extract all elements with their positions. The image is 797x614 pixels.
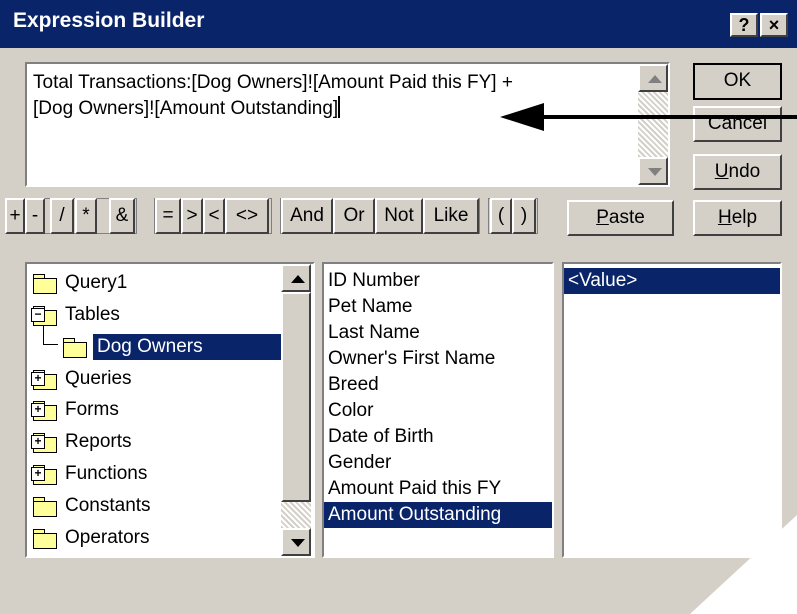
op-notequal-button[interactable]: <> <box>225 198 269 234</box>
expression-line-2: [Dog Owners]![Amount Outstanding] <box>33 98 339 119</box>
page-edge-shadow <box>690 515 797 614</box>
scroll-down-button[interactable] <box>638 157 668 185</box>
tree-scrollbar[interactable] <box>281 264 311 556</box>
field-item[interactable]: Breed <box>324 372 383 398</box>
text-caret <box>338 96 341 118</box>
field-item[interactable]: Gender <box>324 450 395 476</box>
tree-item-label: Reports <box>65 431 132 452</box>
folder-icon: + <box>31 401 57 421</box>
op-open-paren-button[interactable]: ( <box>490 198 512 234</box>
folder-icon: + <box>31 370 57 390</box>
tree-item-label: Dog Owners <box>93 334 281 360</box>
folder-icon <box>33 497 57 517</box>
field-item[interactable]: Last Name <box>324 320 424 346</box>
op-multiply-button[interactable]: * <box>75 198 97 234</box>
title-bar[interactable]: Expression Builder ? × <box>0 0 797 48</box>
tree-item[interactable]: − Tables <box>31 302 275 330</box>
tree-scroll-track[interactable] <box>281 502 311 528</box>
help-icon[interactable]: ? <box>730 13 758 37</box>
folder-icon <box>33 529 57 549</box>
field-item[interactable]: Color <box>324 398 377 424</box>
tree-item[interactable]: + Queries <box>31 366 275 394</box>
values-list[interactable]: <Value> <box>562 262 782 558</box>
field-item[interactable]: Pet Name <box>324 294 416 320</box>
tree-item-label: Query1 <box>65 272 128 293</box>
op-close-paren-button[interactable]: ) <box>512 198 536 234</box>
tree-scroll-down-button[interactable] <box>281 528 311 556</box>
op-like-button[interactable]: Like <box>423 198 479 234</box>
tree-item-label: Tables <box>65 304 120 325</box>
folder-icon <box>33 274 57 294</box>
tree-item-label: Forms <box>65 399 119 420</box>
object-tree-panel[interactable]: Query1 − Tables Dog Owners + Queries + Forms + Re… <box>25 262 315 558</box>
op-equals-button[interactable]: = <box>155 198 181 234</box>
folder-icon: + <box>31 465 57 485</box>
folder-icon: + <box>31 433 57 453</box>
tree-item-label: Functions <box>65 463 148 484</box>
scroll-up-button[interactable] <box>638 64 668 92</box>
ok-button[interactable]: OK <box>693 63 782 100</box>
chevron-down-icon <box>291 539 305 547</box>
annotation-arrow-icon <box>500 103 797 131</box>
tree-connector <box>43 326 58 345</box>
object-tree: Query1 − Tables Dog Owners + Queries + Forms + Re… <box>27 264 281 556</box>
expression-line-1: Total Transactions:[Dog Owners]![Amount … <box>33 72 513 93</box>
tree-item-label: Operators <box>65 527 150 548</box>
op-plus-button[interactable]: + <box>5 198 25 234</box>
window-title: Expression Builder <box>13 9 205 32</box>
folder-open-icon: − <box>31 306 57 326</box>
op-not-button[interactable]: Not <box>375 198 423 234</box>
tree-item[interactable]: + Forms <box>31 397 275 425</box>
chevron-up-icon <box>648 75 662 83</box>
expand-icon[interactable]: + <box>31 403 45 417</box>
op-less-button[interactable]: < <box>203 198 225 234</box>
chevron-up-icon <box>291 275 305 283</box>
op-greater-button[interactable]: > <box>181 198 203 234</box>
help-button[interactable]: Help <box>693 200 782 236</box>
undo-button[interactable]: Undo <box>693 154 782 190</box>
op-or-button[interactable]: Or <box>333 198 375 234</box>
field-item[interactable]: Owner's First Name <box>324 346 499 372</box>
tree-item[interactable]: Operators <box>33 525 275 553</box>
tree-item[interactable]: Query1 <box>33 270 275 298</box>
close-icon[interactable]: × <box>760 13 788 37</box>
expand-icon[interactable]: + <box>31 435 45 449</box>
tree-scroll-up-button[interactable] <box>281 264 311 292</box>
fields-list[interactable]: ID Number Pet Name Last Name Owner's First … <box>322 262 554 558</box>
value-item[interactable]: <Value> <box>564 268 780 294</box>
paste-button[interactable]: Paste <box>567 200 674 236</box>
op-and-button[interactable]: And <box>281 198 333 234</box>
tree-item[interactable]: Constants <box>33 493 275 521</box>
field-item[interactable]: Amount Outstanding <box>324 502 552 528</box>
field-item[interactable]: Date of Birth <box>324 424 438 450</box>
tree-scroll-thumb[interactable] <box>281 292 311 502</box>
op-divide-button[interactable]: / <box>50 198 74 234</box>
expand-icon[interactable]: + <box>31 372 45 386</box>
op-concat-button[interactable]: & <box>109 198 135 234</box>
tree-item-label: Constants <box>65 495 151 516</box>
expression-builder-dialog: Expression Builder ? × Total Transaction… <box>0 0 797 614</box>
op-minus-button[interactable]: - <box>25 198 45 234</box>
collapse-icon[interactable]: − <box>31 308 45 322</box>
tree-item[interactable]: + Functions <box>31 461 275 489</box>
tree-item-label: Queries <box>65 368 132 389</box>
folder-open-icon <box>63 338 87 358</box>
field-item[interactable]: Amount Paid this FY <box>324 476 505 502</box>
tree-item[interactable]: Dog Owners <box>43 326 281 362</box>
field-item[interactable]: ID Number <box>324 268 424 294</box>
chevron-down-icon <box>648 168 662 176</box>
tree-item[interactable]: + Reports <box>31 429 275 457</box>
expand-icon[interactable]: + <box>31 467 45 481</box>
